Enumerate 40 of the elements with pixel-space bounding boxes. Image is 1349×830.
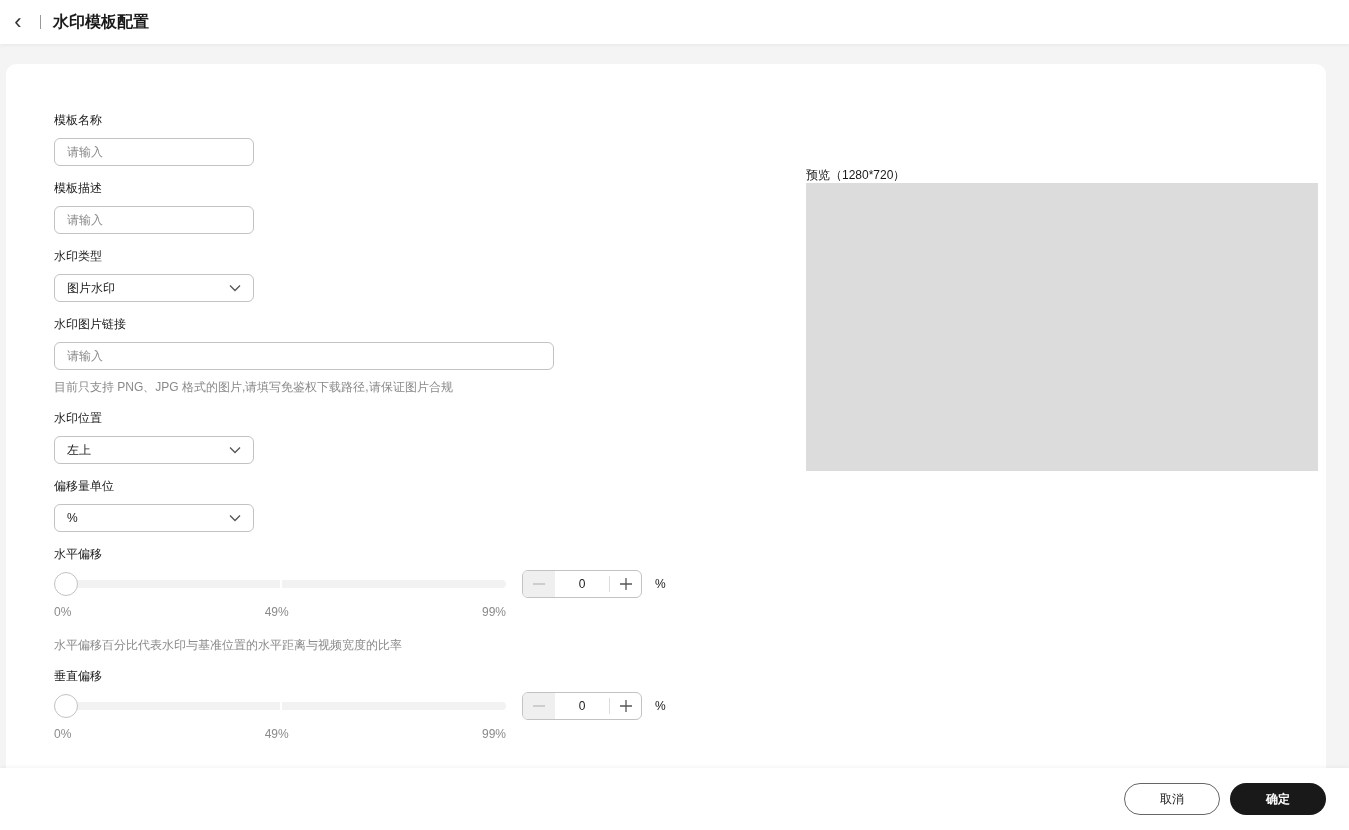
chevron-down-icon — [229, 514, 241, 522]
text-input[interactable]: 请输入 — [54, 138, 254, 166]
tick-label: 99% — [481, 726, 506, 743]
tick-label: 49% — [264, 726, 289, 743]
field-label: 模板描述 — [54, 180, 103, 197]
page-title: 水印模板配置 — [53, 12, 149, 32]
unit-label: % — [655, 698, 666, 714]
slider-handle[interactable] — [54, 572, 78, 596]
slider-handle[interactable] — [54, 694, 78, 718]
field-label: 水印图片链接 — [54, 316, 127, 333]
tick-label: 0% — [54, 604, 72, 621]
cancel-button[interactable]: 取消 — [1124, 783, 1220, 815]
slider[interactable] — [54, 694, 506, 718]
field-label: 模板名称 — [54, 112, 103, 129]
slider[interactable] — [54, 572, 506, 596]
number-value[interactable]: 0 — [555, 576, 609, 592]
confirm-button[interactable]: 确定 — [1230, 783, 1326, 815]
plus-icon — [619, 700, 632, 712]
tick-label: 99% — [481, 604, 506, 621]
field-label: 水平偏移 — [54, 546, 103, 563]
plus-icon — [619, 578, 632, 590]
hint-text: 目前只支持 PNG、JPG 格式的图片,请填写免鉴权下载路径,请保证图片合规 — [54, 379, 454, 396]
chevron-down-icon — [229, 284, 241, 292]
select-dropdown[interactable]: % — [54, 504, 254, 532]
unit-label: % — [655, 576, 666, 592]
number-value[interactable]: 0 — [555, 698, 609, 714]
text-input[interactable]: 请输入 — [54, 342, 554, 370]
tick-label: 0% — [54, 726, 72, 743]
back-button[interactable]: ‹ — [10, 11, 26, 33]
field-label: 水印类型 — [54, 248, 103, 265]
hint-text: 水平偏移百分比代表水印与基准位置的水平距离与视频宽度的比率 — [54, 637, 403, 654]
field-label: 偏移量单位 — [54, 478, 115, 495]
tick-label: 49% — [264, 604, 289, 621]
select-dropdown[interactable]: 图片水印 — [54, 274, 254, 302]
preview-label: 预览（1280*720） — [806, 167, 907, 183]
field-label: 水印位置 — [54, 410, 103, 427]
field-label: 垂直偏移 — [54, 668, 103, 685]
text-input[interactable]: 请输入 — [54, 206, 254, 234]
select-dropdown[interactable]: 左上 — [54, 436, 254, 464]
chevron-down-icon — [229, 446, 241, 454]
